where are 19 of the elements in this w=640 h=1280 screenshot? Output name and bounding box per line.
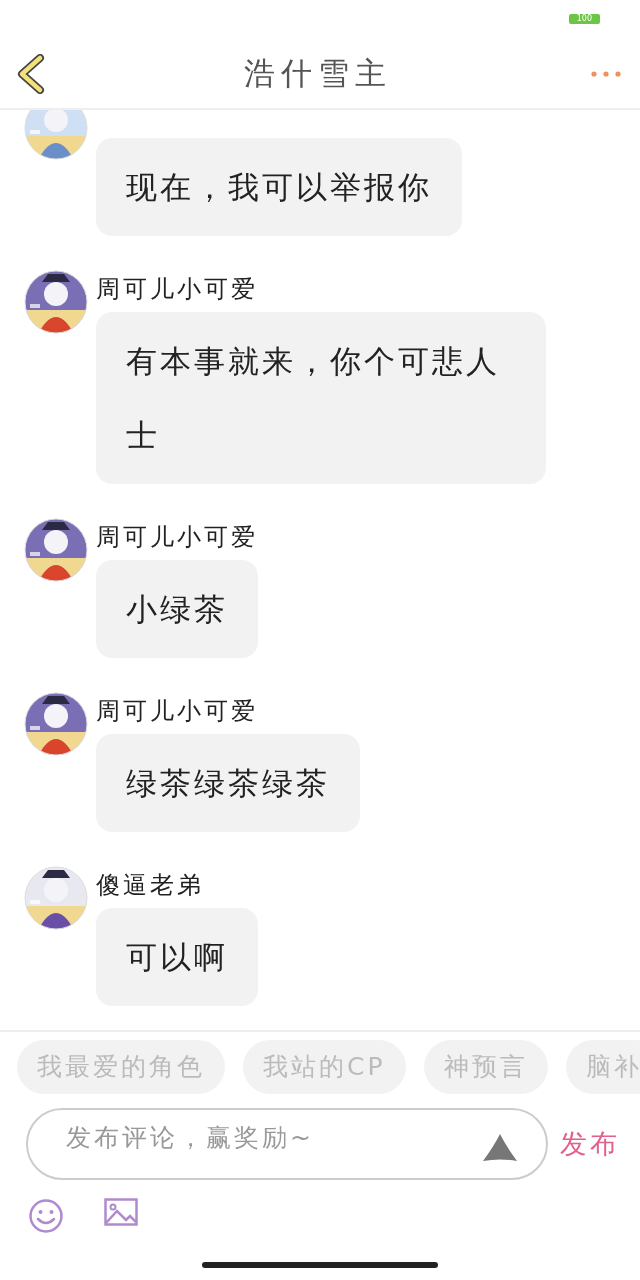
back-button[interactable]	[16, 54, 46, 94]
message-bubble: 现在，我可以举报你	[96, 138, 462, 236]
comment-box[interactable]: 发布评论，赢奖励~	[26, 1108, 548, 1180]
message-bubble: 可以啊	[96, 908, 258, 1006]
sender-name: 周可儿小可爱	[96, 274, 259, 304]
sender-name: 傻逼老弟	[96, 870, 205, 900]
send-button[interactable]: 发布	[560, 1126, 620, 1162]
comment-field[interactable]: 发布评论，赢奖励~	[64, 1122, 448, 1153]
message-bubble: 有本事就来，你个可悲人士	[96, 312, 546, 484]
battery-indicator: 100	[568, 14, 600, 24]
message-bubble: 小绿茶	[96, 560, 258, 658]
triangle-icon[interactable]	[482, 1132, 518, 1162]
sender-name: 周可儿小可爱	[96, 522, 258, 552]
more-button[interactable]	[590, 70, 622, 78]
smiley-icon[interactable]	[28, 1198, 64, 1234]
message-bubble: 绿茶绿茶绿茶	[96, 734, 360, 832]
chat-title: 浩什雪主	[244, 54, 392, 93]
sender-name: 周可儿小可爱	[96, 696, 259, 726]
image-icon[interactable]	[104, 1198, 138, 1226]
